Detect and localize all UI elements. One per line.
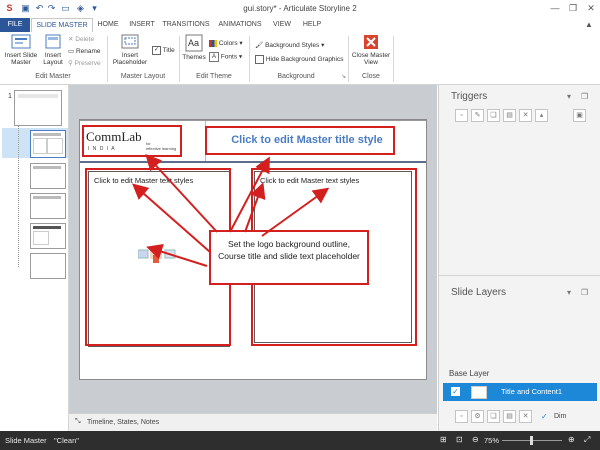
fit-icon[interactable]: ⊡ bbox=[456, 435, 463, 444]
status-theme: "Clean" bbox=[54, 436, 79, 445]
base-layer-label: Base Layer bbox=[449, 369, 490, 378]
slide-layers-title: Slide Layers bbox=[451, 287, 507, 298]
visibility-checkbox-icon[interactable]: ✓ bbox=[451, 387, 460, 396]
paste-trigger-icon[interactable]: ▤ bbox=[503, 109, 516, 122]
copy-trigger-icon[interactable]: ❏ bbox=[487, 109, 500, 122]
copy-layer-icon[interactable]: ❏ bbox=[487, 410, 500, 423]
layer-row[interactable]: ✓ Title and Content1 bbox=[443, 383, 597, 401]
paste-layer-icon[interactable]: ▤ bbox=[503, 410, 516, 423]
layer-properties-icon[interactable]: ⚙ bbox=[471, 410, 484, 423]
edit-trigger-icon[interactable]: ✎ bbox=[471, 109, 484, 122]
timeline-label: Timeline, States, Notes bbox=[87, 419, 160, 426]
zoom-in-icon[interactable]: ⊕ bbox=[568, 435, 575, 444]
zoom-slider-thumb[interactable] bbox=[530, 436, 533, 445]
zoom-level: 75% bbox=[484, 436, 500, 445]
arrow-to-logo bbox=[145, 154, 218, 233]
arrow-to-left-text bbox=[146, 243, 208, 267]
arrow-to-left-text-top bbox=[131, 183, 211, 253]
layer-name: Title and Content1 bbox=[501, 387, 563, 396]
right-pane: Triggers ▾ ❐ ▫ ✎ ❏ ▤ ✕ ▴ ▣ Slide Layers … bbox=[438, 85, 600, 431]
new-trigger-icon[interactable]: ▫ bbox=[455, 109, 468, 122]
zoom-out-icon[interactable]: ⊖ bbox=[472, 435, 479, 444]
dim-label: Dim bbox=[554, 413, 567, 420]
timeline-expand-icon[interactable]: ⤡ bbox=[75, 418, 81, 426]
panel-menu-icon[interactable]: ▾ bbox=[567, 288, 571, 297]
panel-float-icon[interactable]: ❐ bbox=[581, 92, 588, 101]
trigger-settings-icon[interactable]: ▣ bbox=[573, 109, 586, 122]
panel-float-icon[interactable]: ❐ bbox=[581, 288, 588, 297]
dim-checkbox-icon[interactable]: ✓ bbox=[541, 412, 548, 421]
arrow-to-right-text-top bbox=[244, 182, 266, 233]
status-bar: Slide Master "Clean" ⊞ ⊡ ⊖ 75% ⊕ ⤢ bbox=[0, 431, 600, 450]
move-up-icon[interactable]: ▴ bbox=[535, 109, 548, 122]
status-mode: Slide Master bbox=[5, 436, 47, 445]
fit-to-window-icon[interactable]: ⤢ bbox=[584, 435, 590, 445]
triggers-title: Triggers bbox=[451, 91, 488, 102]
panel-menu-icon[interactable]: ▾ bbox=[567, 92, 571, 101]
new-layer-icon[interactable]: ▫ bbox=[455, 410, 468, 423]
arrow-to-right-text bbox=[261, 187, 330, 237]
layer-thumbnail bbox=[471, 386, 487, 399]
delete-trigger-icon[interactable]: ✕ bbox=[519, 109, 532, 122]
pane-divider bbox=[439, 275, 600, 276]
timeline-bar[interactable]: ⤡ Timeline, States, Notes bbox=[69, 413, 437, 432]
delete-layer-icon[interactable]: ✕ bbox=[519, 410, 532, 423]
grid-icon[interactable]: ⊞ bbox=[440, 435, 447, 444]
